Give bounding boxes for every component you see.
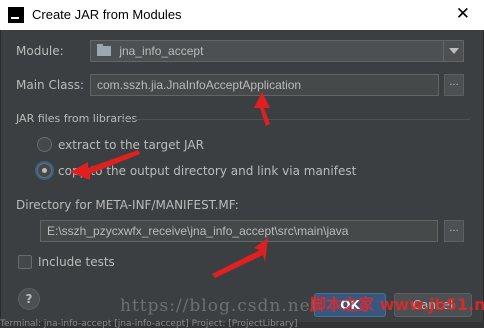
jar-files-section-title: JAR files from libraries [16, 112, 138, 125]
title-bar: Create JAR from Modules ✕ [0, 0, 484, 30]
include-tests-label: Include tests [38, 255, 115, 269]
section-divider [122, 119, 470, 120]
radio-copy-and-link[interactable] [37, 163, 52, 178]
radio-extract-to-jar[interactable] [37, 137, 52, 152]
main-class-value: com.sszh.jia.JnaInfoAcceptApplication [97, 78, 302, 92]
folder-icon [97, 44, 111, 56]
main-class-label: Main Class: [16, 78, 85, 92]
module-select[interactable]: jna_info_accept [90, 40, 464, 62]
status-bar-text: Terminal: jna-info-accept [jna-info-acce… [0, 319, 298, 328]
manifest-browse-button[interactable]: ... [444, 220, 464, 242]
window-title: Create JAR from Modules [32, 7, 182, 22]
intellij-app-icon [8, 7, 24, 23]
include-tests-checkbox[interactable] [18, 255, 32, 269]
close-icon[interactable]: ✕ [456, 4, 470, 24]
radio-copy-label: copy to the output directory and link vi… [58, 164, 357, 178]
module-select-value: jna_info_accept [119, 44, 204, 58]
module-label: Module: [16, 44, 64, 58]
watermark-text: https://blog.csdn.net/ [120, 296, 326, 316]
chevron-down-icon[interactable] [443, 41, 463, 61]
manifest-directory-field[interactable]: E:\sszh_pzycxwfx_receive\jna_info_accept… [40, 220, 438, 242]
manifest-directory-label: Directory for META-INF/MANIFEST.MF: [16, 198, 239, 212]
radio-extract-label: extract to the target JAR [58, 138, 204, 152]
main-class-browse-button[interactable]: ... [444, 74, 464, 96]
brand-watermark: 脚本之家 www.jb51.net [310, 295, 484, 314]
main-class-field[interactable]: com.sszh.jia.JnaInfoAcceptApplication [90, 74, 439, 96]
manifest-directory-value: E:\sszh_pzycxwfx_receive\jna_info_accept… [47, 224, 349, 238]
help-button[interactable]: ? [18, 288, 40, 310]
